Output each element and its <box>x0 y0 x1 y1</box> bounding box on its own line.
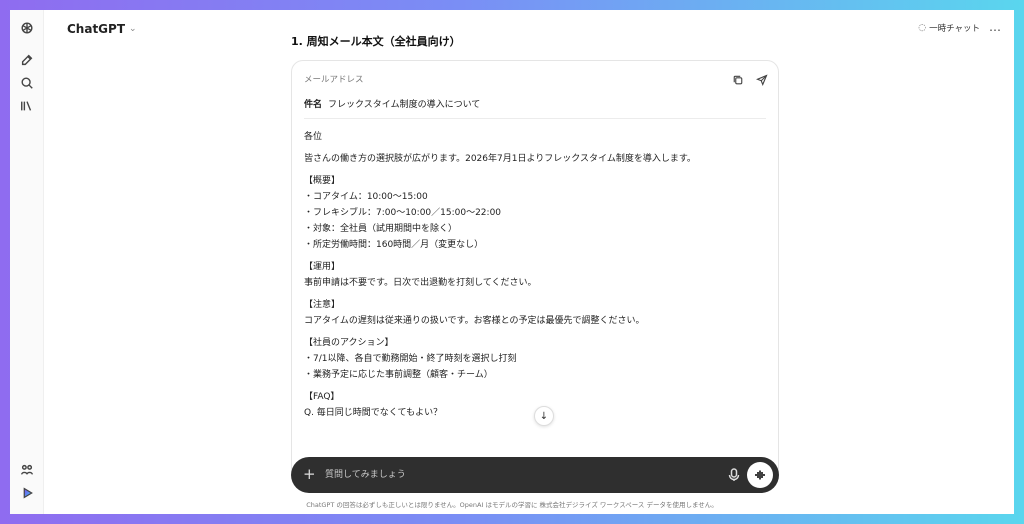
email-line: ・コアタイム：10:00〜15:00 <box>304 192 428 202</box>
library-icon[interactable] <box>19 98 35 114</box>
model-selector[interactable]: ChatGPT ⌄ <box>67 22 137 36</box>
email-paragraph: 皆さんの働き方の選択肢が広がります。2026年7月1日よりフレックスタイム制度を… <box>304 151 766 167</box>
workspace-icon[interactable] <box>19 462 35 478</box>
voice-waveform-icon <box>755 470 765 480</box>
scroll-down-button[interactable]: ↓ <box>534 406 554 426</box>
arrow-down-icon: ↓ <box>539 410 549 422</box>
more-options-icon[interactable]: … <box>989 20 1002 34</box>
email-line: 【社員のアクション】 <box>304 338 394 348</box>
email-line: ・フレキシブル：7:00〜10:00／15:00〜22:00 <box>304 208 502 218</box>
card-label: メールアドレス <box>304 75 364 85</box>
card-actions <box>732 71 768 90</box>
temporary-chat-icon: ◌ <box>918 23 927 33</box>
app-window: ChatGPT ⌄ ◌ 一時チャット … 1. 周知メール本文（全社員向け） メ… <box>10 10 1014 514</box>
sidebar-rail <box>10 10 44 514</box>
email-paragraph: 【社員のアクション】・7/1以降、各自で勤務開始・終了時刻を選択し打刻 ・業務予定… <box>304 335 766 383</box>
voice-mode-button[interactable] <box>747 462 773 488</box>
email-line: ・所定労働時間：160時間／月（変更なし） <box>304 240 484 250</box>
send-icon[interactable] <box>756 71 768 90</box>
email-line: 【注意】 <box>304 300 341 310</box>
email-line: 【FAQ】 <box>304 392 340 402</box>
chevron-down-icon: ⌄ <box>129 24 137 34</box>
composer: + <box>291 457 779 493</box>
temporary-chat-label: 一時チャット <box>929 24 980 34</box>
footer-disclaimer: ChatGPT の回答は必ずしも正しいとは限りません。OpenAI はモデルの学… <box>306 501 718 509</box>
temporary-chat-button[interactable]: ◌ 一時チャット <box>918 22 980 34</box>
email-paragraph: 【運用】事前申請は不要です。日次で出退勤を打刻してください。 <box>304 259 766 291</box>
email-subject: 件名 フレックスタイム制度の導入について <box>304 97 766 119</box>
email-paragraph: 【注意】コアタイムの遅刻は従来通りの扱いです。お客様との予定は最優先で調整くださ… <box>304 297 766 329</box>
email-body: 各位皆さんの働き方の選択肢が広がります。2026年7月1日よりフレックスタイム制… <box>304 129 766 427</box>
email-paragraph: 【概要】・コアタイム：10:00〜15:00 ・フレキシブル：7:00〜10:00… <box>304 173 766 253</box>
email-line: 【概要】 <box>304 176 341 186</box>
email-line: ・業務予定に応じた事前調整（顧客・チーム） <box>304 370 493 380</box>
plus-icon[interactable]: + <box>303 465 316 483</box>
prompt-input[interactable] <box>325 466 705 484</box>
email-line: 事前申請は不要です。日次で出退勤を打刻してください。 <box>304 278 537 288</box>
subject-value: フレックスタイム制度の導入について <box>328 100 481 110</box>
model-name: ChatGPT <box>67 22 126 36</box>
email-line: 【運用】 <box>304 262 341 272</box>
email-line: コアタイムの遅刻は従来通りの扱いです。お客様との予定は最優先で調整ください。 <box>304 316 645 326</box>
response-heading: 1. 周知メール本文（全社員向け） <box>291 35 461 48</box>
email-line: ・対象：全社員（試用期間中を除く） <box>304 224 458 234</box>
email-line: 皆さんの働き方の選択肢が広がります。2026年7月1日よりフレックスタイム制度を… <box>304 154 696 164</box>
search-icon[interactable] <box>19 75 35 91</box>
openai-logo-icon[interactable] <box>19 20 35 36</box>
subject-key: 件名 <box>304 100 323 110</box>
copy-icon[interactable] <box>732 71 744 90</box>
email-line: ・7/1以降、各自で勤務開始・終了時刻を選択し打刻 <box>304 354 517 364</box>
new-chat-icon[interactable] <box>19 52 35 68</box>
microphone-icon[interactable] <box>728 467 740 486</box>
email-paragraph: 各位 <box>304 129 766 145</box>
email-line: 各位 <box>304 132 323 142</box>
